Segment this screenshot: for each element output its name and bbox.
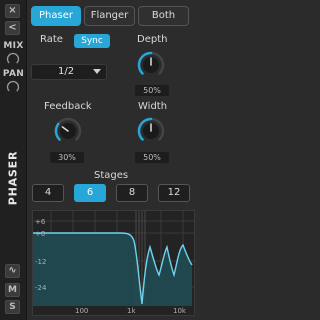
collapse-button[interactable]: < [5, 21, 20, 35]
x-tick-label: 100 [75, 307, 88, 315]
feedback-label: Feedback [44, 101, 92, 112]
y-tick-label: +0 [35, 230, 45, 238]
pan-knob[interactable] [6, 80, 20, 94]
close-icon: × [8, 5, 17, 16]
rate-dropdown[interactable]: 1/2 [31, 64, 107, 80]
depth-knob[interactable] [136, 50, 166, 80]
width-label: Width [138, 101, 168, 112]
stage-option-8[interactable]: 8 [116, 184, 148, 202]
waveform-button[interactable]: ∿ [5, 264, 20, 278]
chevron-down-icon [93, 69, 101, 74]
stage-option-12[interactable]: 12 [158, 184, 190, 202]
stages-label: Stages [94, 170, 129, 181]
width-value: 50% [135, 152, 169, 163]
solo-button[interactable]: S [5, 300, 20, 314]
knob-level-arc [54, 122, 61, 141]
y-tick-label: +6 [35, 218, 46, 226]
mix-knob[interactable] [6, 52, 20, 66]
x-tick-label: 10k [173, 307, 187, 315]
mute-button[interactable]: M [5, 283, 20, 297]
tab-both[interactable]: Both [138, 6, 189, 26]
chevron-left-icon: < [8, 22, 17, 33]
mix-label: MIX [3, 41, 24, 51]
rate-label: Rate [40, 34, 63, 45]
effect-title: PHASER [6, 150, 20, 206]
sidebar: × < MIX PAN PHASER ∿ M S [0, 0, 27, 320]
close-button[interactable]: × [5, 4, 20, 18]
y-tick-label: -24 [35, 284, 47, 292]
y-tick-label: -12 [35, 258, 46, 266]
feedback-knob[interactable] [53, 116, 83, 146]
tab-phaser[interactable]: Phaser [31, 6, 81, 26]
tab-flanger[interactable]: Flanger [84, 6, 135, 26]
feedback-value: 30% [50, 152, 84, 163]
rate-value: 1/2 [58, 66, 75, 77]
main-panel: Phaser Flanger Both Rate Sync 1/2 Depth … [27, 0, 200, 320]
stage-option-4[interactable]: 4 [32, 184, 64, 202]
stage-option-6[interactable]: 6 [74, 184, 106, 202]
depth-value: 50% [135, 85, 169, 96]
sync-toggle[interactable]: Sync [74, 34, 110, 48]
x-tick-label: 1k [127, 307, 136, 315]
depth-label: Depth [137, 34, 168, 45]
pan-label: PAN [2, 69, 25, 79]
frequency-response-graph: +6 +0 -12 -24 100 1k 10k [32, 210, 195, 316]
waveform-icon: ∿ [8, 265, 17, 276]
width-knob[interactable] [136, 116, 166, 146]
